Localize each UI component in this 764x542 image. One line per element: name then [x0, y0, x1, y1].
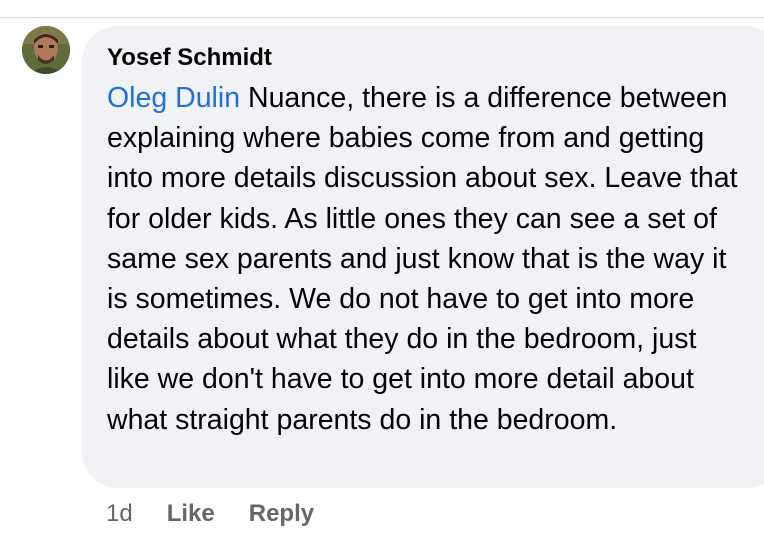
- profile-photo-icon: [22, 26, 70, 74]
- top-divider: [0, 17, 764, 18]
- mention-link[interactable]: Oleg Dulin: [107, 82, 240, 114]
- comment-actions: 1d Like Reply: [106, 496, 348, 532]
- comment-text: Oleg Dulin Nuance, there is a difference…: [107, 78, 747, 440]
- like-button[interactable]: Like: [167, 500, 215, 528]
- avatar[interactable]: [22, 26, 70, 74]
- comment-bubble: Yosef Schmidt Oleg Dulin Nuance, there i…: [82, 26, 764, 488]
- comment-timestamp[interactable]: 1d: [106, 500, 133, 528]
- comment-author[interactable]: Yosef Schmidt: [107, 40, 752, 76]
- reply-button[interactable]: Reply: [249, 500, 314, 528]
- comment-body: Nuance, there is a difference between ex…: [107, 82, 738, 436]
